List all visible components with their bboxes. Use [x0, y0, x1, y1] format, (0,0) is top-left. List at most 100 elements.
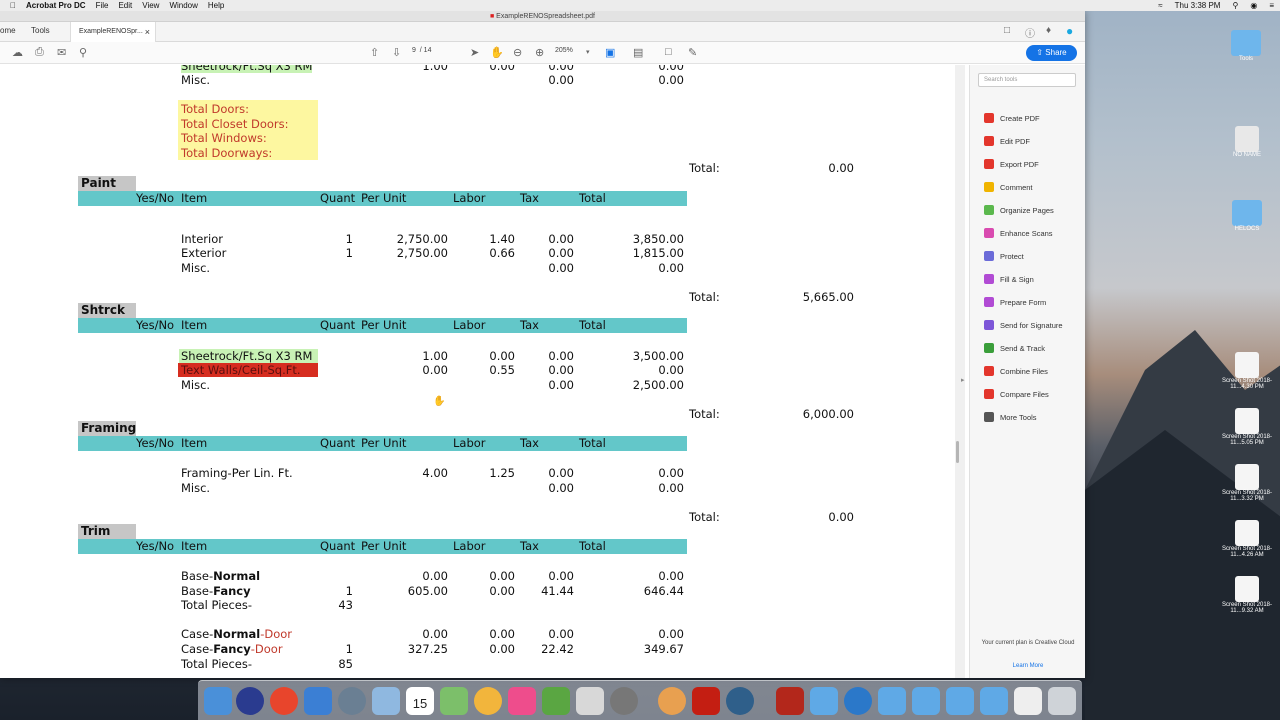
documents-icon[interactable] — [1014, 687, 1042, 715]
fit-page-icon[interactable]: ▣ — [605, 46, 615, 59]
system-preferences-icon[interactable] — [610, 687, 638, 715]
app-icon[interactable] — [304, 687, 332, 715]
cloud-upload-icon[interactable]: ☁ — [12, 46, 23, 59]
folder-icon[interactable] — [878, 687, 906, 715]
vertical-scrollbar[interactable] — [955, 65, 965, 678]
desktop-file[interactable]: Screen Shot 2018-11...5.05 PM — [1218, 408, 1276, 446]
zoom-level[interactable]: 205% — [555, 47, 573, 54]
desktop-folder[interactable]: Tools — [1225, 30, 1267, 62]
tool-compare-files[interactable]: Compare Files — [984, 387, 1049, 401]
desktop-file[interactable]: Screen Shot 2018-11...9.32 AM — [1218, 576, 1276, 614]
profile-avatar[interactable]: ● — [1066, 24, 1073, 38]
print-icon[interactable]: ⎙ — [35, 46, 44, 59]
email-icon[interactable]: ✉ — [57, 46, 66, 59]
chrome-icon[interactable] — [270, 687, 298, 715]
hand-tool-icon[interactable]: ✋ — [490, 46, 504, 59]
siri-icon[interactable] — [236, 687, 264, 715]
tool-fill-sign[interactable]: Fill & Sign — [984, 272, 1034, 286]
menu-edit[interactable]: Edit — [118, 1, 132, 10]
desktop-file[interactable]: Screen Shot 2018-11...4.26 AM — [1218, 520, 1276, 558]
preview-icon[interactable] — [372, 687, 400, 715]
scroll-thumb[interactable] — [956, 441, 959, 463]
column-header-row: Yes/No Item Quant Per Unit Labor Tax Tot… — [78, 191, 687, 206]
zoom-out-icon[interactable]: ⊖ — [513, 46, 522, 59]
app-icon[interactable] — [542, 687, 570, 715]
tab-document[interactable]: ExampleRENOSpr... × — [70, 22, 156, 42]
app-icon[interactable] — [658, 687, 686, 715]
menu-help[interactable]: Help — [208, 1, 224, 10]
pdf-document-icon[interactable] — [776, 687, 804, 715]
next-page-icon[interactable]: ⇩ — [392, 46, 401, 59]
menu-file[interactable]: File — [96, 1, 109, 10]
scroll-mode-icon[interactable]: ▤ — [633, 46, 643, 59]
apple-icon[interactable]:  — [10, 1, 16, 10]
pen-icon[interactable]: ✎ — [688, 46, 697, 59]
share-button[interactable]: ⇧ Share — [1026, 45, 1077, 61]
siri-icon[interactable]: ◉ — [1250, 1, 1257, 10]
collapse-panel-icon[interactable]: ▸ — [961, 376, 965, 384]
globe-icon[interactable] — [844, 687, 872, 715]
search-icon[interactable]: ⚲ — [79, 46, 87, 59]
comment-icon[interactable]: □ — [665, 46, 672, 58]
tool-create-pdf[interactable]: Create PDF — [984, 111, 1040, 125]
tab-close-icon[interactable]: × — [145, 22, 150, 42]
tool-send-for-signature[interactable]: Send for Signature — [984, 318, 1063, 332]
tab-home[interactable]: ome — [0, 26, 16, 35]
tool-organize-pages[interactable]: Organize Pages — [984, 203, 1054, 217]
cell: 0.00 — [658, 627, 684, 641]
finder-icon[interactable] — [204, 687, 232, 715]
row-item: Case-Fancy-Door — [181, 642, 283, 656]
learn-more-link[interactable]: Learn More — [970, 663, 1086, 669]
cell: 0.00 — [489, 349, 515, 363]
search-icon[interactable]: ⚲ — [1232, 1, 1238, 10]
tool-label: Edit PDF — [1000, 136, 1031, 146]
maps-icon[interactable] — [440, 687, 468, 715]
select-arrow-icon[interactable]: ➤ — [470, 46, 479, 59]
trash-icon[interactable] — [1048, 687, 1076, 715]
tool-enhance-scans[interactable]: Enhance Scans — [984, 226, 1053, 240]
menu-window[interactable]: Window — [169, 1, 197, 10]
launchpad-icon[interactable] — [338, 687, 366, 715]
tool-prepare-form[interactable]: Prepare Form — [984, 295, 1046, 309]
tool-more-tools[interactable]: More Tools — [984, 410, 1037, 424]
desktop-file[interactable]: Screen Shot 2018-11...4.30 PM — [1218, 352, 1276, 390]
row-item: Total Pieces- — [181, 657, 253, 671]
desktop-folder[interactable]: HELOCS — [1225, 200, 1269, 232]
folder-icon[interactable] — [946, 687, 974, 715]
wifi-icon[interactable]: ≈ — [1158, 1, 1162, 10]
zoom-in-icon[interactable]: ⊕ — [535, 46, 544, 59]
folder-icon[interactable] — [912, 687, 940, 715]
photos-icon[interactable] — [474, 687, 502, 715]
folder-icon[interactable] — [810, 687, 838, 715]
tool-export-pdf[interactable]: Export PDF — [984, 157, 1039, 171]
menu-view[interactable]: View — [142, 1, 159, 10]
acrobat-icon[interactable] — [692, 687, 720, 715]
menu-app-name[interactable]: Acrobat Pro DC — [26, 1, 86, 10]
pdf-page[interactable]: Sheetrock/Ft.Sq X3 RM 1.00 0.00 0.00 0.0… — [0, 65, 953, 678]
search-tools-input[interactable]: Search tools — [978, 73, 1076, 87]
prev-page-icon[interactable]: ⇧ — [370, 46, 379, 59]
app-icon[interactable] — [576, 687, 604, 715]
section-title: Paint — [78, 176, 136, 191]
chevron-down-icon[interactable]: ▾ — [586, 48, 590, 56]
calendar-icon[interactable]: 15 — [406, 687, 434, 715]
page-current[interactable]: 9 — [412, 47, 416, 54]
page-indicator[interactable]: 9 / 14 — [412, 47, 431, 54]
bell-icon[interactable]: ♦ — [1046, 25, 1051, 36]
tab-tools[interactable]: Tools — [31, 26, 50, 35]
quicktime-icon[interactable] — [726, 687, 754, 715]
folder-icon[interactable] — [980, 687, 1008, 715]
item-part: Fancy — [213, 584, 251, 598]
tool-edit-pdf[interactable]: Edit PDF — [984, 134, 1030, 148]
tool-protect[interactable]: Protect — [984, 249, 1024, 263]
music-icon[interactable] — [508, 687, 536, 715]
tool-comment[interactable]: Comment — [984, 180, 1033, 194]
tool-combine-files[interactable]: Combine Files — [984, 364, 1048, 378]
desktop-file[interactable]: Screen Shot 2018-11...3.32 PM — [1218, 464, 1276, 502]
chat-icon[interactable]: □ — [1004, 25, 1010, 36]
desktop-drive[interactable]: NO NAME — [1220, 126, 1274, 158]
menu-list-icon[interactable]: ≡ — [1269, 1, 1274, 10]
help-icon[interactable]: ⓘ — [1025, 25, 1035, 40]
clock[interactable]: Thu 3:38 PM — [1175, 1, 1221, 10]
tool-send-track[interactable]: Send & Track — [984, 341, 1045, 355]
